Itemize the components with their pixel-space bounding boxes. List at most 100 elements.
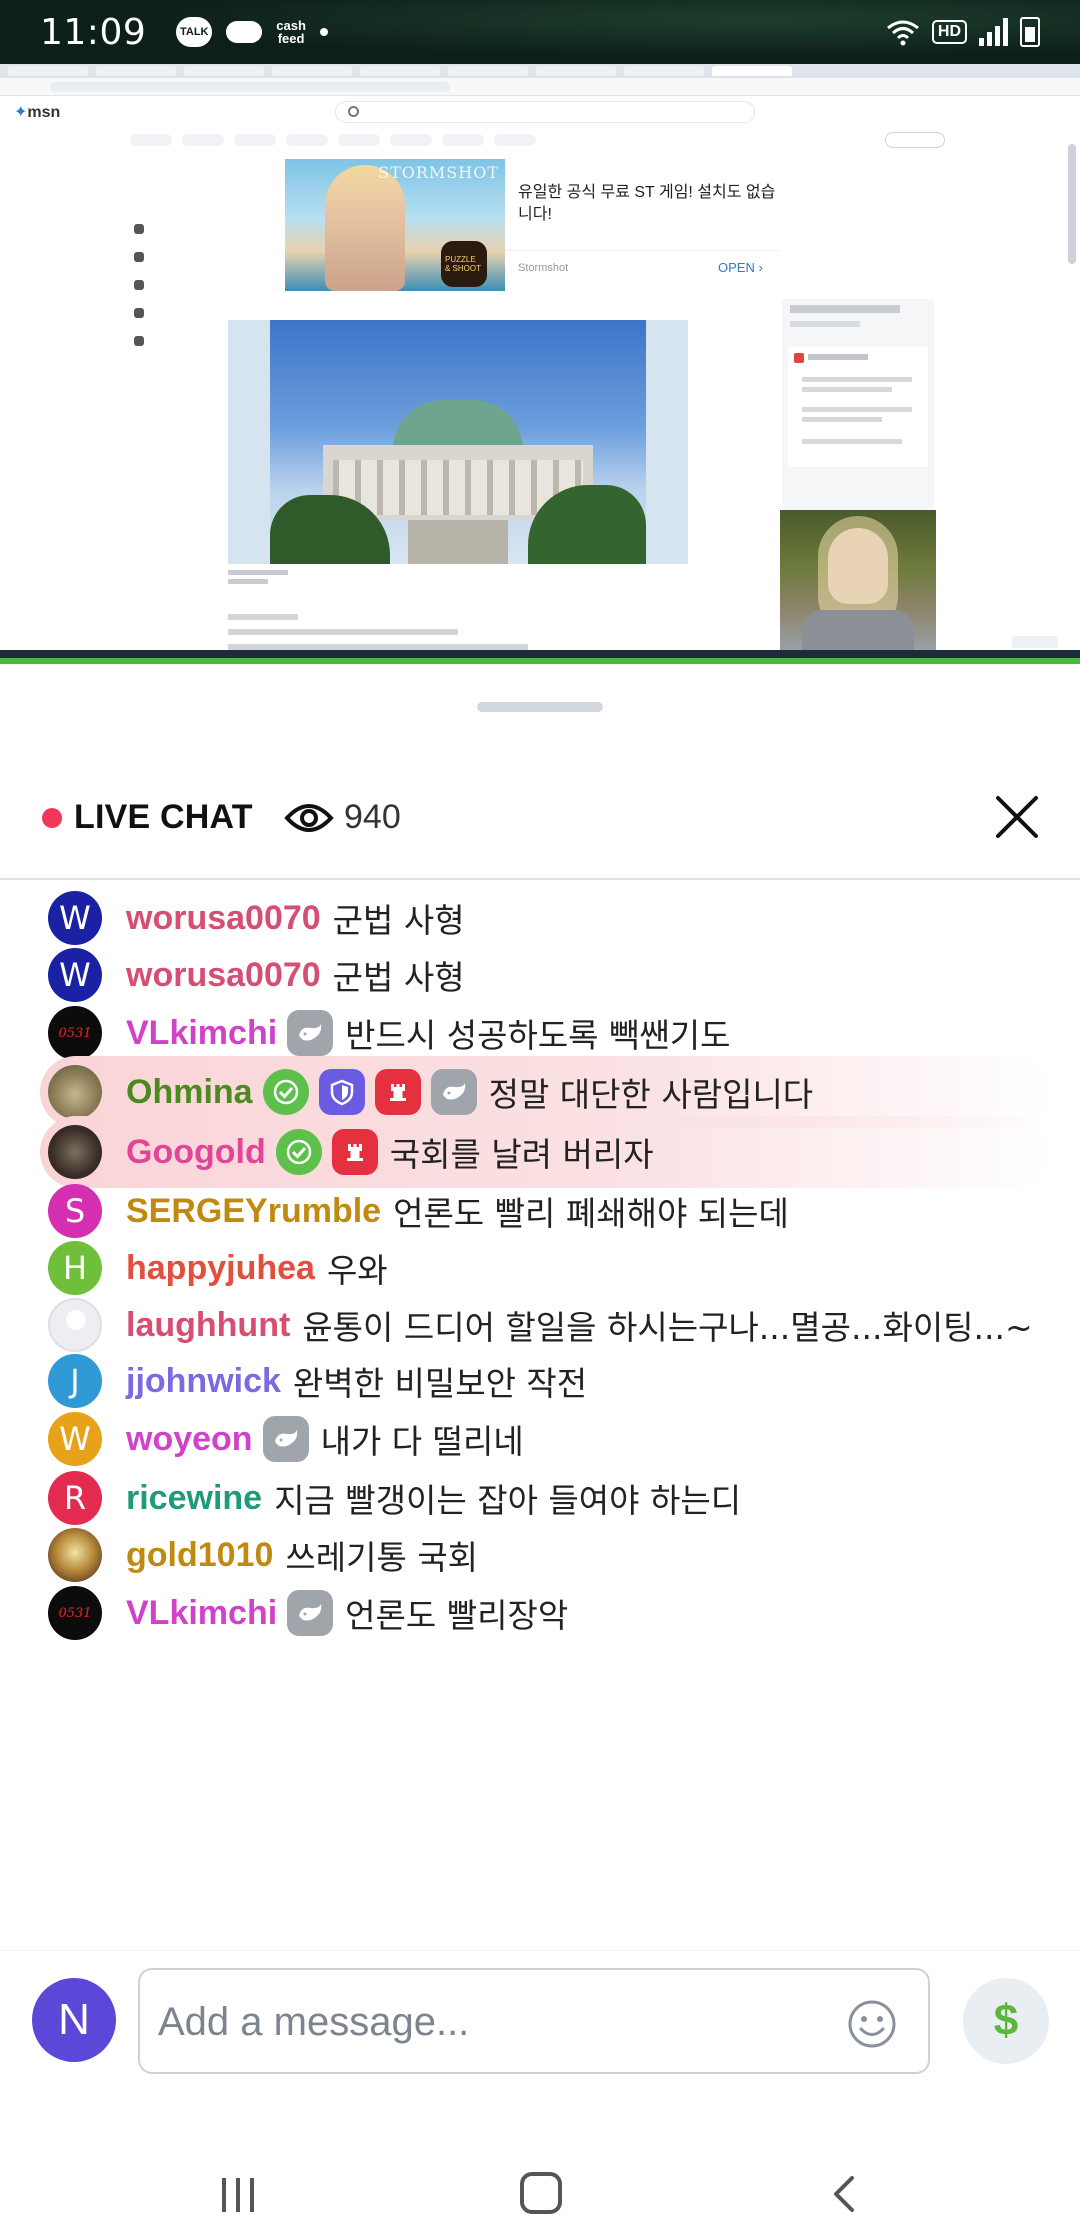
chat-username[interactable]: happyjuhea: [126, 1249, 315, 1288]
recent-apps-icon[interactable]: [218, 2176, 258, 2214]
side-ad-image: [780, 510, 936, 650]
whale-badge-icon: [430, 1069, 477, 1115]
live-chat-title: LIVE CHAT: [74, 798, 253, 836]
message-input[interactable]: [158, 1992, 818, 2052]
whale-badge-icon: [287, 1010, 334, 1056]
moderator-shield-icon: [318, 1069, 365, 1115]
talk-notification-icon: TALK: [176, 17, 213, 47]
status-right: HD: [886, 17, 1040, 47]
chat-message-text: 쓰레기통 국회: [285, 1538, 479, 1577]
chat-username[interactable]: worusa0070: [126, 956, 321, 995]
chat-message-list[interactable]: W worusa0070 군법 사형 W worusa0070 군법 사형 05…: [0, 882, 1080, 2130]
chat-username[interactable]: SERGEYrumble: [126, 1192, 381, 1231]
signal-icon: [979, 18, 1008, 46]
avatar[interactable]: R: [48, 1471, 102, 1525]
chat-message: 0531 VLkimchi 언론도 빨리장악: [40, 1577, 1050, 1649]
ad-open-link: OPEN ›: [718, 260, 763, 275]
msn-search-box: [335, 101, 755, 123]
message-input-box[interactable]: [138, 1968, 930, 2074]
feedback-button: [1012, 636, 1058, 648]
chat-message-text: 내가 다 떨리네: [320, 1422, 524, 1461]
ad-image: STORMSHOT PUZZLE & SHOOT: [285, 159, 505, 291]
sheet-drag-handle[interactable]: [477, 702, 603, 712]
castle-badge-icon: [374, 1069, 421, 1115]
my-avatar[interactable]: N: [32, 1978, 116, 2062]
avatar[interactable]: W: [48, 891, 102, 945]
msn-nav-row: [130, 134, 536, 150]
msn-logo: ✦msn: [14, 104, 61, 121]
avatar[interactable]: 0531: [48, 1586, 102, 1640]
avatar[interactable]: J: [48, 1354, 102, 1408]
close-chat-button[interactable]: [990, 790, 1044, 844]
browser-tab-strip: [0, 64, 1080, 78]
avatar[interactable]: [48, 1528, 102, 1582]
chat-message-text: 지금 빨갱이는 잡아 들여야 하는디: [274, 1481, 742, 1520]
chat-message-text: 우와: [326, 1251, 388, 1290]
screen: 11:09 TALK cash feed HD ✦msn STORMSHOT PU…: [0, 0, 1080, 2220]
viewer-count: 940: [344, 798, 401, 836]
status-bar: 11:09 TALK cash feed HD: [0, 0, 1080, 64]
eye-icon: [284, 804, 334, 832]
battery-icon: [1020, 17, 1040, 47]
avatar[interactable]: 0531: [48, 1006, 102, 1060]
chat-username[interactable]: woyeon: [126, 1420, 253, 1459]
chat-message-text: 정말 대단한 사람입니다: [488, 1075, 814, 1114]
verified-badge-icon: [262, 1069, 309, 1115]
browser-scrollbar: [1068, 144, 1076, 264]
hd-voice-icon: HD: [931, 20, 967, 44]
chat-message-text: 반드시 성공하도록 빽쌘기도: [345, 1016, 731, 1055]
search-icon: [348, 106, 359, 117]
castle-badge-icon: [331, 1129, 378, 1175]
msn-side-icons: [134, 224, 144, 346]
avatar[interactable]: S: [48, 1184, 102, 1238]
back-icon[interactable]: [826, 2174, 866, 2214]
stream-video[interactable]: ✦msn STORMSHOT PUZZLE & SHOOT 유일한 공식 무료 …: [0, 64, 1080, 664]
status-left: 11:09 TALK cash feed: [40, 12, 328, 53]
chat-username[interactable]: VLkimchi: [126, 1014, 277, 1053]
verified-badge-icon: [275, 1129, 322, 1175]
chat-username[interactable]: gold1010: [126, 1536, 273, 1575]
cloud-icon: [226, 21, 263, 43]
chat-username[interactable]: worusa0070: [126, 899, 321, 938]
chat-message-text: 언론도 빨리 폐쇄해야 되는데: [393, 1194, 789, 1233]
live-indicator-dot: [42, 808, 62, 828]
ad-source: Stormshot: [518, 262, 569, 274]
chat-username[interactable]: Googold: [126, 1133, 266, 1172]
avatar[interactable]: W: [48, 948, 102, 1002]
chat-message-text: 군법 사형: [332, 901, 465, 940]
avatar[interactable]: W: [48, 1412, 102, 1466]
android-nav-bar: [0, 2130, 1080, 2220]
emoji-icon[interactable]: [846, 1998, 898, 2050]
chat-username[interactable]: jjohnwick: [126, 1362, 281, 1401]
chat-message-text: 윤통이 드디어 할일을 하시는구나...멸공...화이팅...~: [302, 1308, 1033, 1347]
wifi-icon: [886, 20, 919, 46]
chat-username[interactable]: VLkimchi: [126, 1594, 277, 1633]
tip-button[interactable]: $: [963, 1978, 1049, 2064]
news-caption: [228, 570, 288, 586]
avatar[interactable]: [48, 1125, 102, 1179]
ad-brand: STORMSHOT: [378, 163, 499, 182]
chat-message-text: 언론도 빨리장악: [345, 1596, 569, 1635]
whale-badge-icon: [287, 1590, 334, 1636]
news-image: [228, 320, 688, 564]
home-icon[interactable]: [520, 2172, 562, 2214]
chat-username[interactable]: Ohmina: [126, 1073, 253, 1112]
chat-message-text: 군법 사형: [332, 958, 465, 997]
chat-message-text: 국회를 날려 버리자: [389, 1135, 654, 1174]
ad-badge: PUZZLE & SHOOT: [441, 241, 487, 287]
avatar[interactable]: [48, 1298, 102, 1352]
avatar[interactable]: H: [48, 1241, 102, 1295]
chat-username[interactable]: laughhunt: [126, 1306, 290, 1345]
chat-message-text: 완벽한 비밀보안 작전: [292, 1364, 588, 1403]
more-notifications-dot-icon: [319, 28, 328, 36]
live-chat-sheet: LIVE CHAT 940 W worusa0070 군법 사형 W worus…: [0, 670, 1080, 2220]
ad-text: 유일한 공식 무료 ST 게임! 설치도 없습니다!: [518, 184, 776, 223]
cashfeed-icon: cash feed: [276, 18, 306, 46]
avatar[interactable]: [48, 1065, 102, 1119]
desktop-taskbar: [0, 650, 1080, 658]
clock: 11:09: [40, 11, 147, 53]
browser-url-bar: [0, 78, 1080, 96]
whale-badge-icon: [262, 1416, 309, 1462]
chat-username[interactable]: ricewine: [126, 1479, 262, 1518]
msn-personalize-pill: [885, 132, 945, 148]
